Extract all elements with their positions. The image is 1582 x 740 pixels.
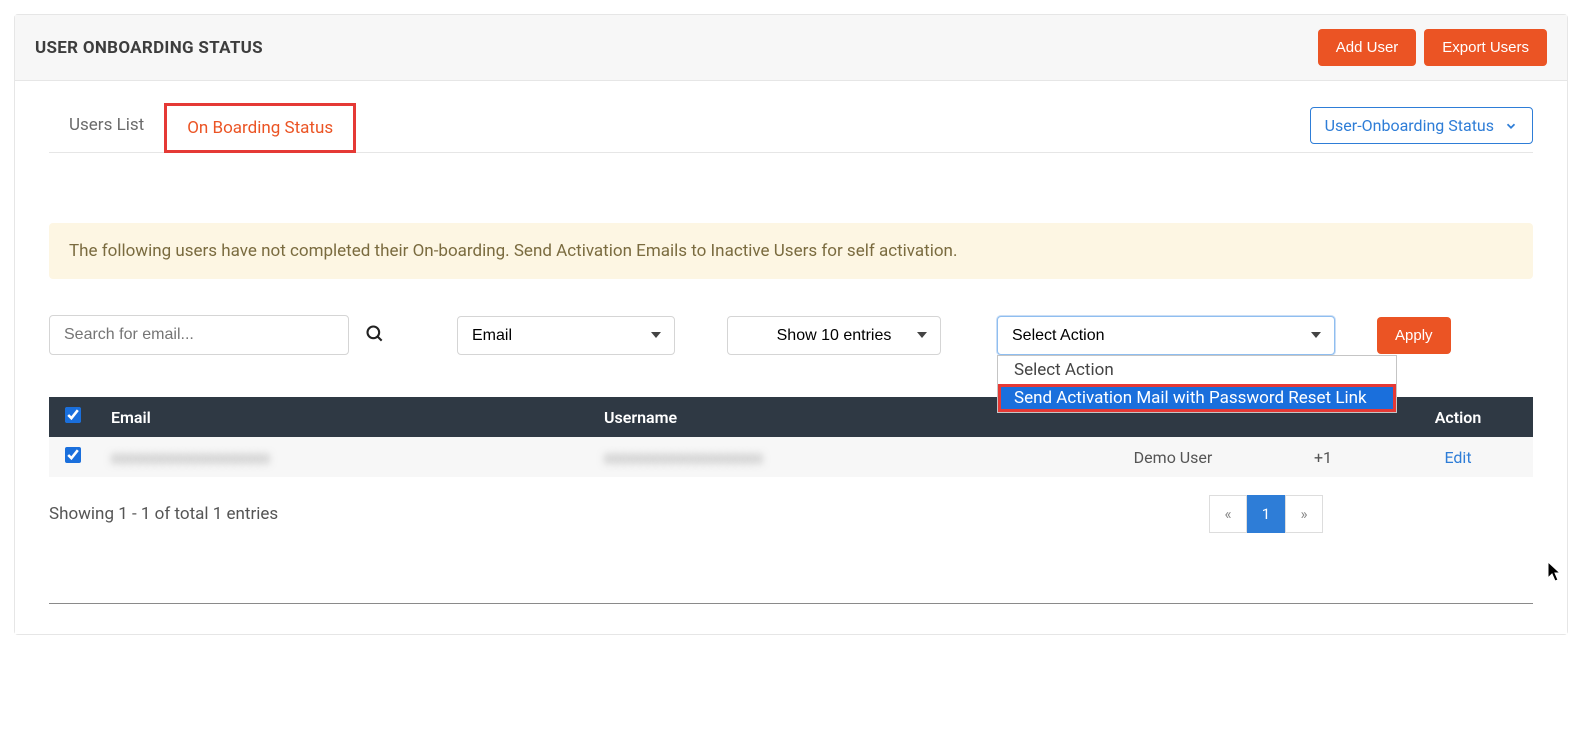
panel-header: USER ONBOARDING STATUS Add User Export U… <box>15 15 1567 81</box>
chevron-down-icon <box>1504 119 1518 133</box>
showing-text: Showing 1 - 1 of total 1 entries <box>49 504 278 524</box>
pagination-page-1[interactable]: 1 <box>1247 495 1285 533</box>
edit-link[interactable]: Edit <box>1444 448 1471 467</box>
tab-onboarding-status[interactable]: On Boarding Status <box>164 103 356 153</box>
export-users-button[interactable]: Export Users <box>1424 29 1547 66</box>
page-title: USER ONBOARDING STATUS <box>35 38 263 58</box>
row-email: xxxxxxxxxxxxxxxxxxxx <box>111 448 270 467</box>
action-header: Action <box>1383 397 1533 437</box>
row-groups: +1 <box>1263 437 1383 477</box>
divider <box>49 603 1533 604</box>
entries-per-page-select[interactable]: Show 10 entries <box>727 316 941 355</box>
pagination-next[interactable]: » <box>1285 495 1323 533</box>
search-icon <box>365 332 385 347</box>
filter-field-select[interactable]: Email <box>457 316 675 355</box>
search-wrap <box>49 315 389 355</box>
pagination: « 1 » <box>1209 495 1323 533</box>
header-actions: Add User Export Users <box>1318 29 1547 66</box>
email-header[interactable]: Email <box>97 397 590 437</box>
row-role: Demo User <box>1083 437 1263 477</box>
add-user-button[interactable]: Add User <box>1318 29 1417 66</box>
controls-row: Email Show 10 entries Select Action Sele… <box>49 315 1533 355</box>
bulk-action-dropdown-list: Select Action Send Activation Mail with … <box>997 355 1397 413</box>
bulk-action-select[interactable]: Select Action <box>997 316 1335 355</box>
pagination-prev[interactable]: « <box>1209 495 1247 533</box>
tabs: Users List On Boarding Status <box>49 103 356 152</box>
select-all-header <box>49 397 97 437</box>
action-option-send-activation-mail[interactable]: Send Activation Mail with Password Reset… <box>998 384 1396 412</box>
entries-select-wrap: Show 10 entries <box>727 316 941 355</box>
main-panel: USER ONBOARDING STATUS Add User Export U… <box>14 14 1568 635</box>
table-row: xxxxxxxxxxxxxxxxxxxx xxxxxxxxxxxxxxxxxxx… <box>49 437 1533 477</box>
search-button[interactable] <box>361 320 389 351</box>
search-input[interactable] <box>49 315 349 355</box>
select-all-checkbox[interactable] <box>65 407 81 423</box>
filter-field-select-wrap: Email <box>457 316 675 355</box>
tab-users-list[interactable]: Users List <box>49 103 164 152</box>
tabs-row: Users List On Boarding Status User-Onboa… <box>49 103 1533 153</box>
apply-button[interactable]: Apply <box>1377 317 1451 354</box>
info-alert: The following users have not completed t… <box>49 223 1533 279</box>
panel-body: Users List On Boarding Status User-Onboa… <box>15 103 1567 634</box>
row-checkbox[interactable] <box>65 447 81 463</box>
action-select-wrap: Select Action Select Action Send Activat… <box>997 316 1335 355</box>
status-filter-label: User-Onboarding Status <box>1325 116 1494 135</box>
status-filter-dropdown[interactable]: User-Onboarding Status <box>1310 107 1533 144</box>
action-option-select-action[interactable]: Select Action <box>998 356 1396 384</box>
row-username: xxxxxxxxxxxxxxxxxxxx <box>604 448 763 467</box>
table-footer: Showing 1 - 1 of total 1 entries « 1 » <box>49 495 1533 533</box>
